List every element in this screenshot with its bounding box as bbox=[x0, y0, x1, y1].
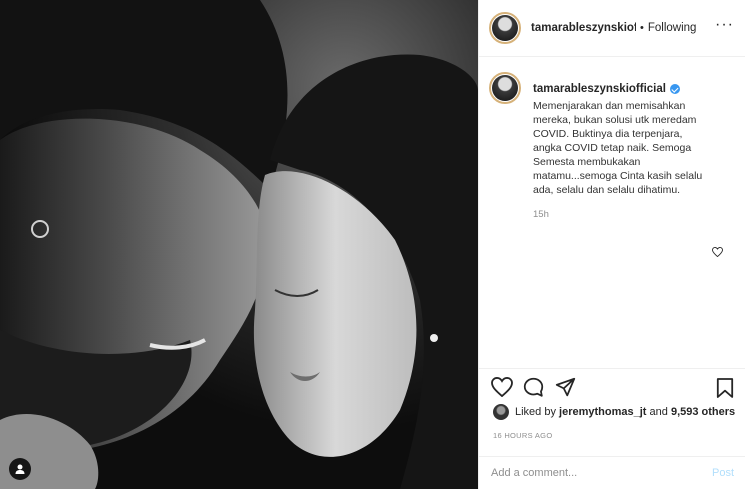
author-username[interactable]: tamarableszynskiofficial bbox=[531, 22, 636, 34]
caption-avatar[interactable] bbox=[489, 72, 521, 104]
separator-dot: • bbox=[640, 22, 644, 34]
comment-input[interactable] bbox=[491, 467, 712, 479]
user-tag-icon bbox=[15, 464, 25, 474]
follow-status-button[interactable]: Following bbox=[648, 22, 697, 34]
liker-avatar[interactable] bbox=[493, 404, 509, 420]
post-photo[interactable] bbox=[0, 0, 478, 489]
heart-icon[interactable] bbox=[491, 377, 513, 397]
caption-text: Memenjarakan dan memisahkan mereka, buka… bbox=[533, 100, 703, 196]
likes-summary: Liked by jeremythomas_jt and 9,593 other… bbox=[493, 404, 735, 420]
add-comment-bar: Post bbox=[479, 456, 745, 489]
bookmark-icon[interactable] bbox=[716, 377, 734, 399]
post-header: tamarableszynskiofficial • Following ··· bbox=[479, 0, 745, 57]
post-image bbox=[0, 0, 478, 489]
post-timestamp[interactable]: 16 HOURS AGO bbox=[493, 431, 552, 440]
post-comment-button[interactable]: Post bbox=[712, 467, 734, 479]
comment-icon[interactable] bbox=[523, 377, 544, 398]
tag-button[interactable] bbox=[9, 458, 31, 480]
share-icon[interactable] bbox=[555, 377, 576, 398]
likes-count[interactable]: 9,593 others bbox=[671, 406, 735, 418]
action-bar bbox=[479, 368, 745, 408]
likes-and: and bbox=[649, 406, 668, 418]
comment-like-heart-icon[interactable] bbox=[712, 247, 723, 257]
caption-age[interactable]: 15h bbox=[533, 209, 739, 220]
caption-comment: tamarableszynskiofficial Memenjarakan da… bbox=[489, 72, 739, 220]
likes-prefix: Liked by bbox=[515, 406, 556, 418]
caption-username[interactable]: tamarableszynskiofficial bbox=[533, 83, 666, 95]
author-avatar[interactable] bbox=[489, 12, 521, 44]
verified-badge-icon bbox=[669, 84, 680, 94]
liker-username[interactable]: jeremythomas_jt bbox=[559, 406, 646, 418]
more-icon[interactable]: ··· bbox=[715, 17, 734, 33]
post-sidebar: tamarableszynskiofficial • Following ···… bbox=[478, 0, 745, 489]
